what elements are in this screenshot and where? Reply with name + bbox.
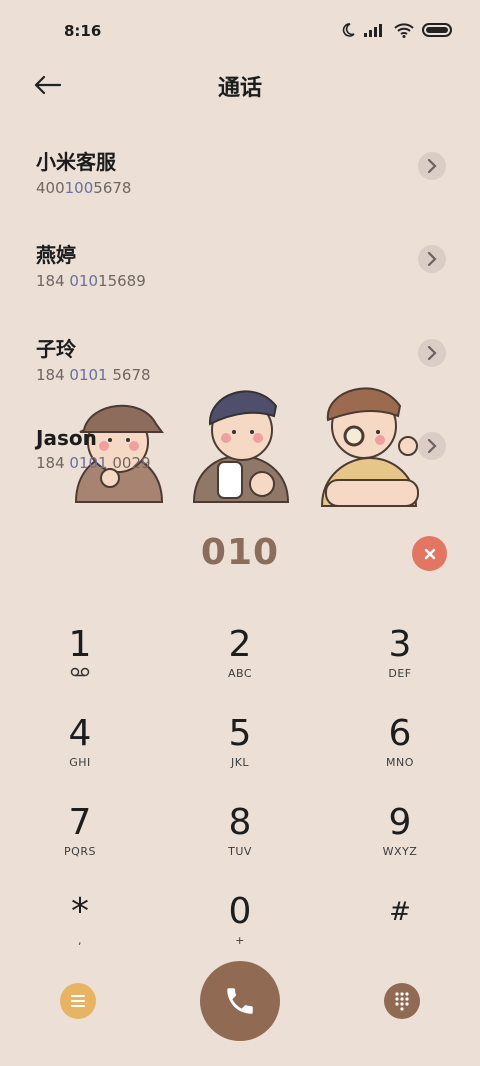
wifi-icon xyxy=(394,22,414,38)
key-7[interactable]: 7 PQRS xyxy=(20,803,140,883)
key-8[interactable]: 8 TUV xyxy=(180,803,300,883)
contact-item[interactable]: 燕婷 184 01015689 xyxy=(36,239,446,309)
contact-detail-button[interactable] xyxy=(418,432,446,460)
contact-detail-button[interactable] xyxy=(418,339,446,367)
key-letters: JKL xyxy=(230,756,250,769)
key-digit: 0 xyxy=(228,891,252,932)
key-0[interactable]: 0 + xyxy=(180,892,300,972)
phone-icon xyxy=(227,988,253,1014)
battery-icon xyxy=(422,23,452,37)
key-letters: ABC xyxy=(227,667,253,680)
key-3[interactable]: 3 DEF xyxy=(340,625,460,705)
key-letters: WXYZ xyxy=(382,845,418,858)
key-9[interactable]: 9 WXYZ xyxy=(340,803,460,883)
key-digit: 3 xyxy=(388,624,412,665)
contact-number: 184 01015689 xyxy=(36,272,146,290)
key-letters: + xyxy=(235,934,245,947)
contact-number: 4001005678 xyxy=(36,179,132,197)
key-letters: MNO xyxy=(386,756,414,769)
key-digit: 6 xyxy=(388,713,412,754)
contact-name: 小米客服 xyxy=(36,150,116,174)
moon-icon xyxy=(342,23,355,37)
key-digit: 9 xyxy=(388,802,412,843)
close-icon xyxy=(424,548,435,559)
contact-detail-button[interactable] xyxy=(418,245,446,273)
key-digit: * xyxy=(71,891,89,932)
key-letters: GHI xyxy=(69,756,91,769)
dialpad-icon xyxy=(395,992,409,1011)
key-6[interactable]: 6 MNO xyxy=(340,714,460,794)
key-1[interactable]: 1 xyxy=(20,625,140,705)
chevron-right-icon xyxy=(427,346,437,360)
key-letters: PQRS xyxy=(64,845,96,858)
call-button[interactable] xyxy=(200,961,280,1041)
key-digit: 2 xyxy=(228,624,252,665)
dialpad-toggle-button[interactable] xyxy=(384,983,420,1019)
status-icons xyxy=(340,22,452,38)
contact-name: 燕婷 xyxy=(36,243,76,267)
menu-icon xyxy=(71,995,85,1007)
contact-number: 184 0101 0029 xyxy=(36,454,151,472)
key-letters: DEF xyxy=(388,667,412,680)
signal-icon xyxy=(364,24,382,37)
key-letters xyxy=(340,934,460,947)
key-digit: # xyxy=(389,897,411,927)
contact-name: Jason xyxy=(36,426,97,450)
contact-item[interactable]: Jason 184 0101 0029 xyxy=(36,426,446,496)
key-digit: 7 xyxy=(68,802,92,843)
contact-name: 子玲 xyxy=(36,337,76,361)
key-letters: , xyxy=(78,934,82,947)
key-digit: 1 xyxy=(68,624,92,665)
key-star[interactable]: * , xyxy=(20,892,140,972)
voicemail-icon xyxy=(20,667,140,680)
key-5[interactable]: 5 JKL xyxy=(180,714,300,794)
contact-detail-button[interactable] xyxy=(418,152,446,180)
status-time: 8:16 xyxy=(64,22,102,40)
clear-button[interactable] xyxy=(412,536,447,571)
page-title: 通话 xyxy=(217,76,262,101)
dialed-number[interactable]: 010 xyxy=(0,532,480,573)
key-hash[interactable]: # xyxy=(340,892,460,972)
key-4[interactable]: 4 GHI xyxy=(20,714,140,794)
key-digit: 8 xyxy=(228,802,252,843)
header: 通话 xyxy=(0,62,480,108)
chevron-right-icon xyxy=(427,159,437,173)
key-digit: 5 xyxy=(228,713,252,754)
chevron-right-icon xyxy=(427,439,437,453)
menu-button[interactable] xyxy=(60,983,96,1019)
chevron-right-icon xyxy=(427,252,437,266)
status-bar: 8:16 xyxy=(0,0,480,62)
key-digit: 4 xyxy=(68,713,92,754)
key-2[interactable]: 2 ABC xyxy=(180,625,300,705)
key-letters: TUV xyxy=(228,845,252,858)
contact-item[interactable]: 小米客服 4001005678 xyxy=(36,146,446,216)
